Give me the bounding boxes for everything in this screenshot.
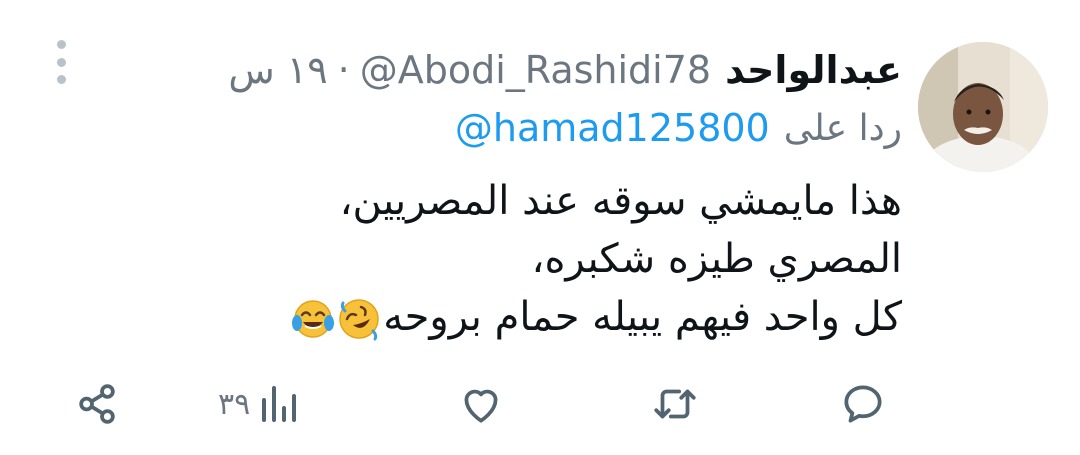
- more-dot: [56, 40, 66, 49]
- views-count: ٣٩: [218, 386, 251, 422]
- share-icon: [79, 384, 115, 424]
- replying-to-handle[interactable]: @hamad125800: [455, 106, 770, 150]
- retweet-button[interactable]: [650, 376, 700, 432]
- tweet-text-line: المصري طيزه شكبره،: [531, 236, 902, 282]
- share-button[interactable]: [72, 376, 122, 432]
- separator-dot: ·: [337, 48, 350, 92]
- like-button[interactable]: [456, 376, 506, 432]
- tweet-actions: ٣٩: [0, 370, 1080, 440]
- more-options-icon[interactable]: [46, 40, 76, 84]
- tweet-text-line: كل واحد فيهم يبيله حمام بروحه: [383, 294, 902, 340]
- avatar-image: [918, 42, 1048, 172]
- replying-to: ردا على @hamad125800: [455, 100, 902, 156]
- reply-button[interactable]: [838, 376, 888, 432]
- views-icon: [262, 386, 297, 422]
- more-dot: [56, 75, 66, 84]
- author-name[interactable]: عبدالواحد: [725, 48, 902, 92]
- heart-icon: [464, 389, 498, 423]
- author-handle[interactable]: @Abodi_Rashidi78: [360, 48, 711, 92]
- replying-label: ردا على: [783, 107, 902, 149]
- retweet-icon: [654, 389, 696, 419]
- tweet-header: عبدالواحد @Abodi_Rashidi78 · ١٩ س: [228, 40, 902, 100]
- rolling-on-floor-laughing-emoji: [339, 299, 379, 341]
- reply-icon: [844, 385, 882, 423]
- tweet-time[interactable]: ١٩ س: [228, 48, 327, 92]
- views-button[interactable]: ٣٩: [218, 376, 298, 432]
- avatar[interactable]: [918, 42, 1048, 172]
- face-with-tears-of-joy-emoji: [292, 300, 335, 338]
- tweet-text-line: هذا مايمشي سوقه عند المصريين،: [339, 178, 902, 224]
- tweet-text-line-with-emoji: كل واحد فيهم يبيله حمام بروحه: [202, 288, 902, 346]
- tweet-text: هذا مايمشي سوقه عند المصريين، المصري طيز…: [202, 172, 902, 346]
- more-dot: [56, 57, 66, 67]
